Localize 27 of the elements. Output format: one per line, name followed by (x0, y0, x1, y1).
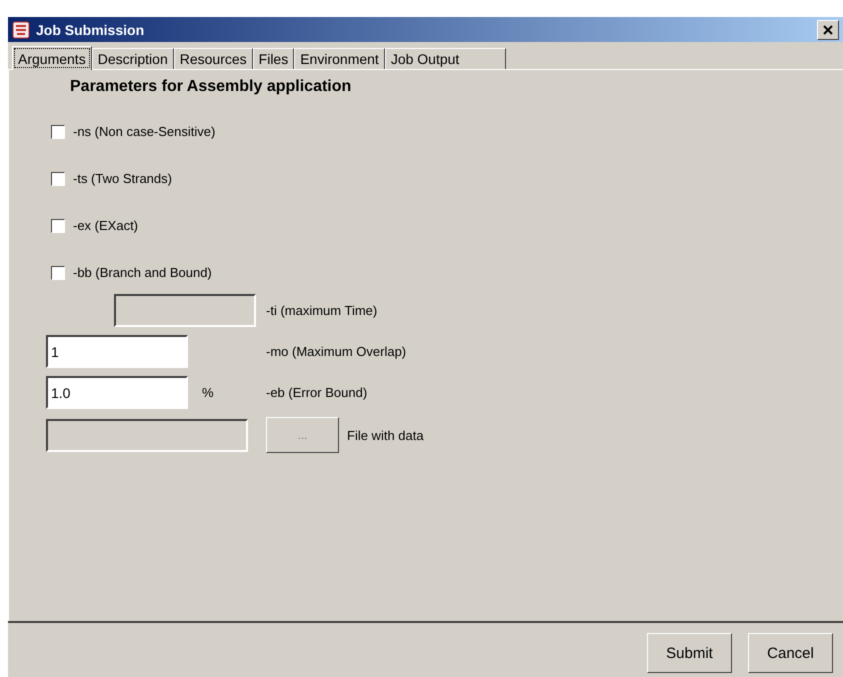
dialog-button[interactable]: Cancel (748, 633, 833, 673)
parameter-label: -ti (maximum Time) (266, 303, 378, 318)
checkbox[interactable] (51, 266, 65, 280)
app-icon (12, 20, 30, 38)
tab[interactable]: Job Output (384, 48, 506, 69)
tab[interactable]: Files (252, 48, 294, 69)
tab[interactable]: Description (92, 48, 174, 69)
checkbox[interactable] (51, 218, 65, 232)
section-heading: Parameters for Assembly application (70, 78, 352, 96)
parameter-label: -mo (Maximum Overlap) (266, 344, 406, 359)
checkbox[interactable] (51, 172, 65, 186)
dialog-button[interactable]: Submit (647, 633, 732, 673)
option-label: -ts (Two Strands) (73, 171, 172, 186)
option-label: -ns (Non case-Sensitive) (73, 124, 216, 139)
checkbox[interactable] (51, 124, 65, 138)
close-icon[interactable] (817, 20, 839, 40)
text-field[interactable]: 1 (46, 335, 188, 368)
tab[interactable]: Arguments (12, 46, 92, 70)
parameter-label: File with data (347, 428, 424, 442)
unit-label: % (202, 385, 214, 400)
window-title: Job Submission (36, 22, 146, 38)
tab[interactable]: Environment (294, 48, 385, 69)
parameter-label: -eb (Error Bound) (266, 385, 368, 400)
tab[interactable]: Resources (174, 48, 253, 69)
option-label: -ex (EXact) (73, 218, 138, 233)
option-label: -bb (Branch and Bound) (73, 265, 212, 280)
text-field[interactable]: 1.0 (46, 376, 188, 409)
